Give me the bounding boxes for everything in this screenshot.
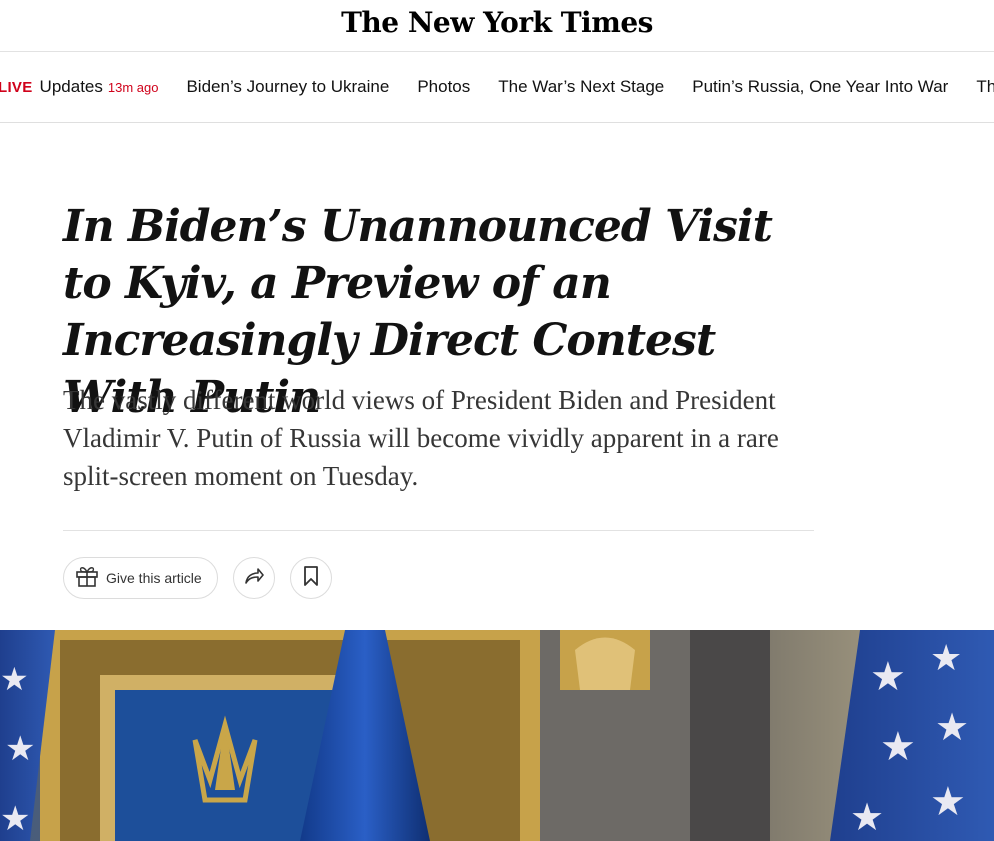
updates-link[interactable]: Updates: [40, 77, 103, 97]
give-article-label: Give this article: [106, 570, 202, 586]
nyt-logo[interactable]: The New York Times: [0, 6, 994, 39]
bookmark-icon: [303, 565, 319, 592]
divider: [63, 530, 814, 531]
svg-text:★: ★: [880, 724, 916, 770]
hero-image: ★ ★ ★ ★ ★ ★ ★ ★ ★: [0, 630, 994, 841]
nav-item-wars-next-stage[interactable]: The War’s Next Stage: [498, 77, 664, 97]
svg-text:★: ★: [0, 660, 29, 698]
svg-text:★: ★: [850, 795, 884, 839]
share-icon: [243, 566, 265, 591]
masthead: The New York Times: [0, 0, 994, 52]
svg-text:★: ★: [0, 799, 30, 839]
svg-text:★: ★: [930, 779, 966, 825]
share-button[interactable]: [233, 557, 275, 599]
live-coverage-nav: LIVE Updates 13m ago Biden’s Journey to …: [0, 52, 994, 123]
nav-item-photos[interactable]: Photos: [417, 77, 470, 97]
article-summary: The vastly different world views of Pres…: [63, 385, 779, 491]
svg-text:★: ★: [870, 654, 906, 700]
svg-text:★: ★: [930, 638, 962, 679]
nav-item-bidens-journey[interactable]: Biden’s Journey to Ukraine: [186, 77, 389, 97]
updates-timestamp: 13m ago: [107, 80, 159, 95]
svg-text:★: ★: [935, 705, 969, 749]
live-label[interactable]: LIVE: [0, 79, 33, 96]
svg-text:★: ★: [5, 729, 35, 769]
nav-item-putins-russia[interactable]: Putin’s Russia, One Year Into War: [692, 77, 948, 97]
gift-icon: [74, 564, 100, 593]
nav-item-roots-of-war[interactable]: The Roots of the War: [976, 77, 994, 97]
give-article-button[interactable]: Give this article: [63, 557, 218, 599]
save-button[interactable]: [290, 557, 332, 599]
